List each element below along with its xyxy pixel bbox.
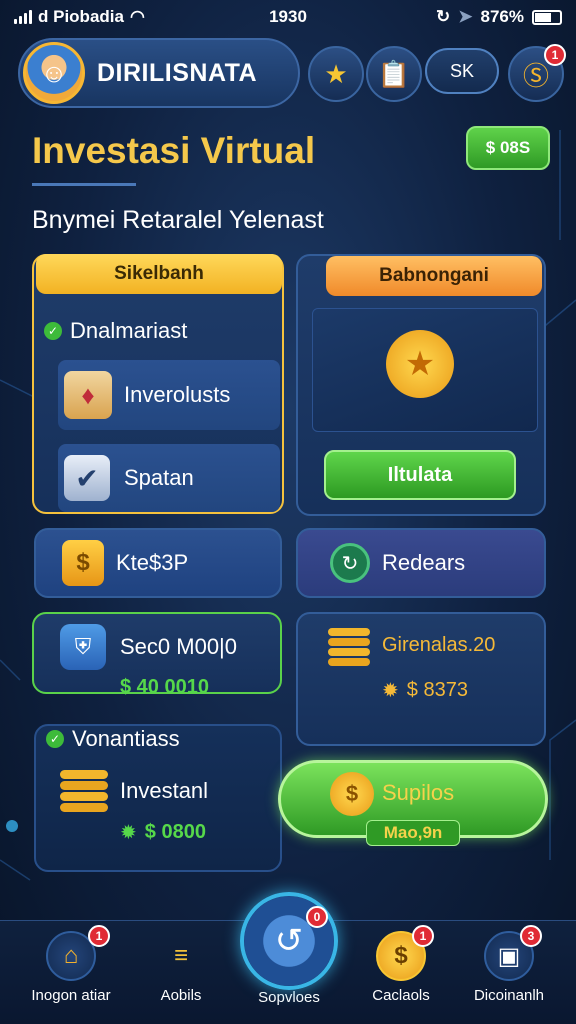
refresh-pin-icon: ↻ bbox=[330, 543, 370, 583]
pill-label: SK bbox=[449, 60, 474, 81]
coin-button[interactable]: Ⓢ 1 bbox=[508, 44, 566, 102]
supilos-label: Supilos bbox=[382, 780, 455, 805]
swirl-icon: ↺ bbox=[274, 922, 304, 960]
shield-icon: ⛨ bbox=[60, 624, 106, 670]
investment-amount-row: ✹ $ 0800 bbox=[120, 820, 206, 845]
tab-right[interactable]: Babnongani bbox=[326, 256, 542, 296]
stat-amount: $ 40 0010 bbox=[120, 676, 209, 698]
row-card-label: Redears bbox=[382, 550, 466, 575]
coin-stack-icon bbox=[60, 770, 108, 814]
profile-header[interactable]: ☺ DIRILISNATA bbox=[18, 38, 300, 108]
stat-amount: $ 8373 bbox=[406, 679, 468, 701]
sparkle-icon: ✹ bbox=[382, 680, 399, 702]
brand-name: DIRILISNATA bbox=[97, 58, 258, 87]
list-item-spatan[interactable]: ✔ Spatan bbox=[58, 444, 280, 512]
bottom-section-header: ✓ Vonantiass bbox=[46, 726, 180, 752]
avatar[interactable]: ☺ bbox=[23, 42, 85, 104]
checklist-icon: ✔ bbox=[64, 455, 110, 501]
center-action-button[interactable]: ↺ 0 bbox=[240, 892, 338, 990]
bottom-section-title: Vonantiass bbox=[72, 726, 180, 751]
left-section-title: Dnalmariast bbox=[70, 318, 188, 343]
nav-badge: 0 bbox=[306, 906, 328, 928]
nav-badge: 3 bbox=[520, 925, 542, 947]
title-divider bbox=[32, 183, 136, 186]
dollar-shield-icon: $ bbox=[62, 540, 104, 586]
nav-item-aobils[interactable]: ≡ Aobils bbox=[126, 931, 236, 1004]
sparkle-icon: ✹ bbox=[120, 822, 137, 844]
gem-basket-icon: ♦ bbox=[64, 371, 112, 419]
nav-label: Dicoinanlh bbox=[473, 987, 545, 1004]
stat-title: Sec0 M00|0 bbox=[120, 634, 238, 659]
nav-label: Sopvloes bbox=[258, 989, 320, 1006]
star-icon: ★ bbox=[324, 58, 348, 89]
star-button[interactable]: ★ bbox=[308, 46, 364, 102]
stat-amount-row: ✹ $ 8373 bbox=[382, 678, 468, 703]
row-card-label: Kte$3P bbox=[116, 550, 189, 575]
check-icon: ✓ bbox=[46, 730, 64, 748]
nav-item-caclaols[interactable]: $ 1 Caclaols bbox=[346, 925, 456, 1004]
nav-badge: 1 bbox=[88, 925, 110, 947]
battery-icon bbox=[532, 9, 562, 25]
coin-stack-icon bbox=[328, 628, 370, 668]
investment-label: Investanl bbox=[120, 778, 209, 803]
status-time: 1930 bbox=[269, 7, 307, 26]
sk-pill-button[interactable]: SK bbox=[425, 48, 499, 94]
cash-button[interactable]: $ 08S bbox=[466, 126, 550, 170]
item-label: Inverolusts bbox=[124, 382, 231, 407]
nav-label: Inogon atiar bbox=[31, 987, 111, 1004]
item-label: Spatan bbox=[124, 465, 194, 490]
nav-item-home[interactable]: ⌂ 1 Inogon atiar bbox=[16, 925, 126, 1004]
iltulata-button[interactable]: Iltulata bbox=[324, 450, 516, 500]
tab-left[interactable]: Sikelbanh bbox=[36, 254, 282, 294]
page-title: Investasi Virtual bbox=[32, 130, 316, 171]
left-section-header: ✓ Dnalmariast bbox=[44, 318, 187, 344]
supilos-sublabel: Mao,9n bbox=[366, 820, 460, 846]
row-card-kte[interactable]: $ Kte$3P bbox=[34, 528, 282, 598]
page-subtitle: Bnymei Retaralel Yelenast bbox=[32, 206, 324, 234]
stat-title: Girenalas.20 bbox=[382, 634, 496, 656]
investment-amount: $ 0800 bbox=[144, 821, 206, 843]
nav-badge: 1 bbox=[412, 925, 434, 947]
dollar-coin-icon: $ 1 bbox=[376, 925, 434, 981]
stack-icon: ≡ bbox=[173, 942, 188, 969]
nav-item-dicoinanlh[interactable]: ▣ 3 Dicoinanlh bbox=[454, 925, 564, 1004]
camera-icon: ▣ 3 bbox=[484, 925, 542, 981]
clipboard-icon: 📋 bbox=[377, 58, 411, 89]
clipboard-button[interactable]: 📋 bbox=[366, 46, 422, 102]
status-bar: d Piobadia ◠ 1930 ↻ ➤ 876% bbox=[0, 0, 576, 34]
list-item-inverolusts[interactable]: ♦ Inverolusts bbox=[58, 360, 280, 430]
dollar-coin-icon: $ bbox=[330, 772, 374, 816]
home-icon: ⌂ 1 bbox=[46, 925, 110, 981]
star-pin-icon: ★ bbox=[386, 330, 454, 398]
row-card-redears[interactable]: ↻ Redears bbox=[296, 528, 546, 598]
check-icon: ✓ bbox=[44, 322, 62, 340]
coin-badge: 1 bbox=[544, 44, 566, 66]
nav-label: Aobils bbox=[160, 987, 202, 1004]
nav-label: Caclaols bbox=[372, 987, 430, 1004]
